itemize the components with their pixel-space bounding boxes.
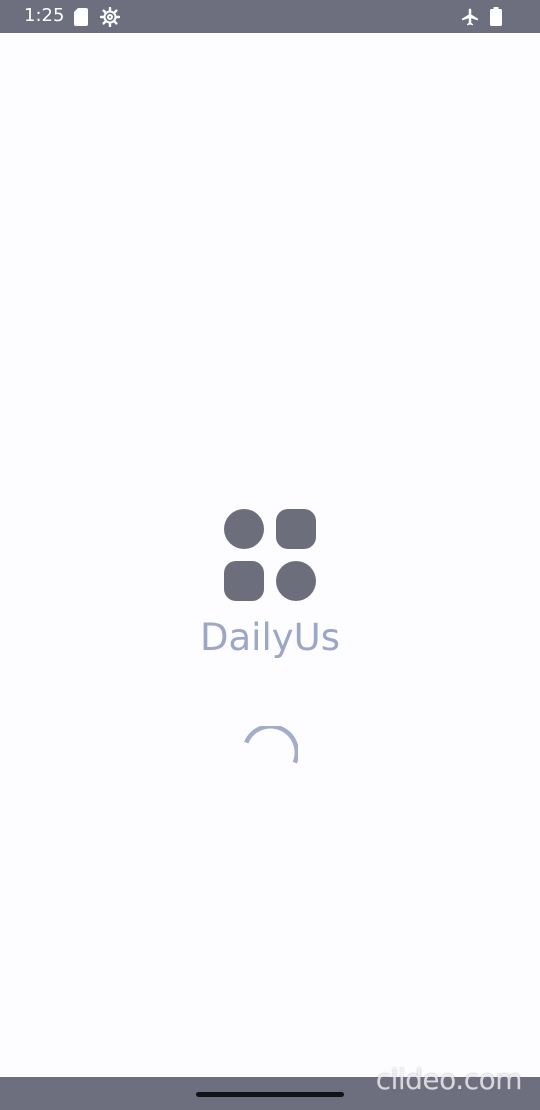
sd-card-icon: [74, 8, 88, 26]
watermark: clideo.com: [375, 1063, 523, 1096]
gear-icon: [100, 7, 120, 27]
status-time: 1:25: [24, 5, 65, 26]
logo-square-bottom-left: [224, 561, 264, 601]
home-handle[interactable]: [196, 1092, 344, 1097]
logo-circle-top-left: [224, 509, 264, 549]
battery-icon: [490, 7, 502, 26]
app-name: DailyUs: [200, 616, 340, 659]
status-bar: 1:25: [0, 0, 540, 33]
logo-circle-bottom-right: [276, 561, 316, 601]
app-logo-icon: [224, 509, 316, 601]
logo-square-top-right: [276, 509, 316, 549]
airplane-icon: [462, 8, 478, 26]
loading-spinner-icon: [244, 726, 298, 764]
